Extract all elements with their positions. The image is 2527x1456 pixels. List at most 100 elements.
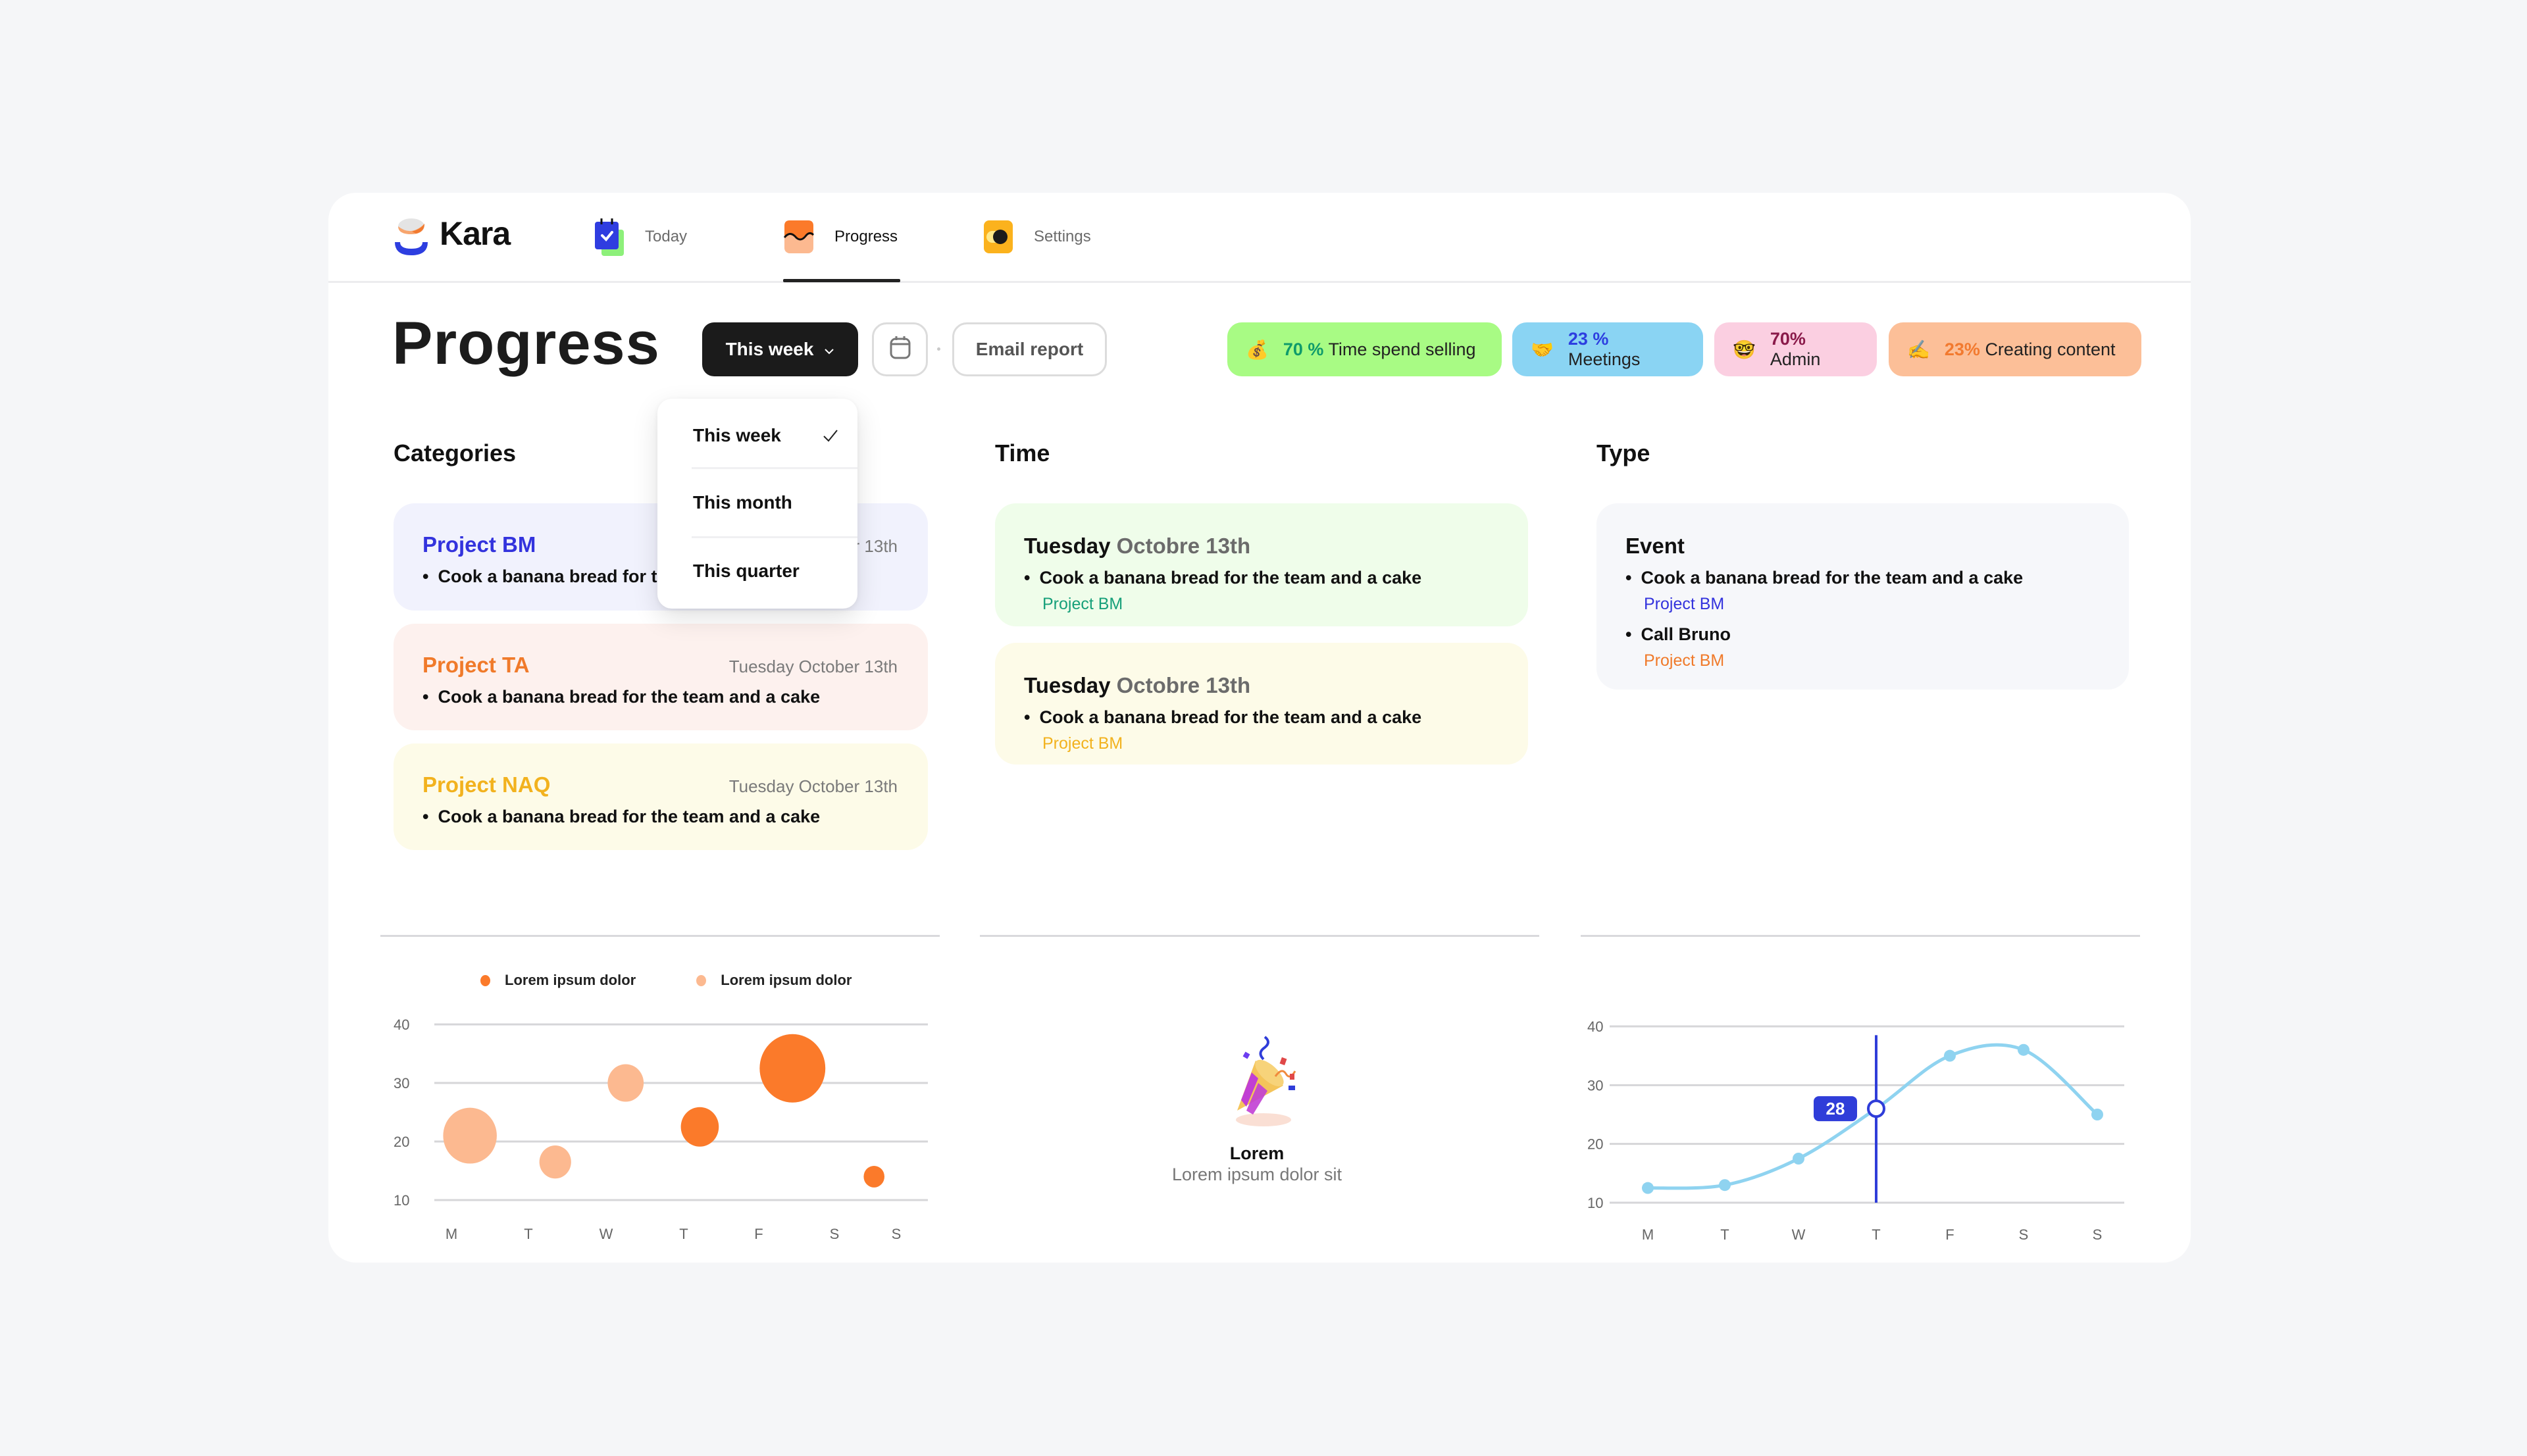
dropdown-option-this-quarter[interactable]: This quarter bbox=[693, 561, 857, 582]
nerd-face-icon: 🤓 bbox=[1733, 339, 1756, 360]
task-item: • Cook a banana bread for the team and a … bbox=[1024, 707, 1422, 727]
party-popper-icon bbox=[1217, 1033, 1303, 1132]
line-chart: 10 20 30 40 M T W T F S S 28 bbox=[1587, 1018, 2124, 1243]
nav-item-today[interactable]: Today bbox=[594, 217, 687, 257]
card-date: Tuesday October 13th bbox=[728, 776, 898, 796]
nav-item-settings[interactable]: Settings bbox=[983, 217, 1091, 257]
separator-dot bbox=[937, 347, 940, 351]
bubble-legend: Lorem ipsum dolor Lorem ipsum dolor bbox=[480, 972, 852, 989]
y-tick-label: 20 bbox=[1587, 1136, 1603, 1153]
task-project: Project BM bbox=[1644, 595, 1725, 613]
x-tick-label: F bbox=[1945, 1226, 1954, 1243]
badge-percent: 70 % bbox=[1283, 339, 1324, 359]
y-tick-label: 40 bbox=[394, 1017, 409, 1033]
x-tick-label: S bbox=[2019, 1226, 2029, 1243]
y-tick-label: 10 bbox=[394, 1192, 409, 1209]
empty-state-subtitle: Lorem ipsum dolor sit bbox=[1171, 1165, 1342, 1184]
writing-hand-icon: ✍️ bbox=[1907, 339, 1930, 360]
nav-label-today: Today bbox=[645, 228, 688, 245]
chevron-down-icon bbox=[824, 339, 834, 360]
type-card[interactable]: Event • Cook a banana bread for the team … bbox=[1596, 503, 2129, 690]
project-name: Project TA bbox=[422, 653, 530, 677]
legend-swatch bbox=[480, 974, 490, 986]
period-dropdown-menu: This week This month This quarter bbox=[657, 399, 857, 609]
badge-creating-content: ✍️ 23% Creating content bbox=[1889, 322, 2141, 376]
money-bag-icon: 💰 bbox=[1246, 339, 1269, 360]
active-tab-indicator bbox=[783, 279, 900, 282]
legend-label: Lorem ipsum dolor bbox=[721, 972, 852, 988]
calendar-check-icon bbox=[594, 218, 625, 256]
nav-label-settings: Settings bbox=[1034, 228, 1091, 245]
time-title: Time bbox=[995, 439, 1050, 466]
badge-label: Time spend selling bbox=[1328, 339, 1476, 359]
badge-label: Creating content bbox=[1985, 339, 2116, 359]
task-project: Project BM bbox=[1644, 651, 1725, 670]
x-tick-label: F bbox=[754, 1226, 763, 1242]
data-point bbox=[1793, 1153, 1804, 1165]
task-project: Project BM bbox=[1042, 734, 1123, 753]
badge-meetings: 🤝 23 % Meetings bbox=[1512, 322, 1703, 376]
dropdown-divider bbox=[692, 536, 857, 538]
toggle-icon bbox=[983, 218, 1014, 256]
time-card[interactable]: Tuesday Octobre 13th • Cook a banana brea… bbox=[995, 643, 1528, 765]
project-name: Project BM bbox=[422, 532, 536, 557]
bubble-point bbox=[759, 1034, 826, 1103]
calendar-button[interactable] bbox=[872, 322, 928, 376]
task-project: Project BM bbox=[1042, 595, 1123, 613]
type-card-heading: Event bbox=[1625, 534, 1685, 558]
y-tick-label: 20 bbox=[394, 1134, 409, 1150]
y-tick-label: 10 bbox=[1587, 1195, 1603, 1211]
y-tick-label: 30 bbox=[394, 1075, 409, 1092]
category-card-ta[interactable]: Project TA Tuesday October 13th • Cook a … bbox=[394, 624, 928, 730]
period-select-label: This week bbox=[725, 339, 814, 359]
empty-state-title: Lorem bbox=[1229, 1143, 1285, 1163]
y-tick-label: 30 bbox=[1587, 1077, 1603, 1093]
task-item: • Cook a banana bread for the team and a … bbox=[422, 687, 821, 707]
handshake-icon: 🤝 bbox=[1531, 339, 1554, 360]
dropdown-option-this-month[interactable]: This month bbox=[693, 492, 857, 513]
nav-item-progress[interactable]: Progress bbox=[783, 217, 898, 257]
data-point bbox=[1719, 1179, 1731, 1192]
kara-logo-icon bbox=[392, 217, 430, 258]
badge-time-selling: 💰 70 % Time spend selling bbox=[1227, 322, 1502, 376]
check-icon bbox=[822, 426, 839, 447]
y-tick-label: 40 bbox=[1587, 1018, 1603, 1035]
x-tick-label: W bbox=[1792, 1226, 1806, 1243]
badge-admin: 🤓 70% Admin bbox=[1714, 322, 1877, 376]
data-point bbox=[1944, 1049, 1956, 1062]
value-tooltip-label: 28 bbox=[1826, 1099, 1845, 1118]
badge-label: Meetings bbox=[1568, 349, 1641, 369]
bubble-point bbox=[607, 1064, 644, 1102]
x-tick-label: M bbox=[446, 1226, 457, 1242]
x-tick-label: S bbox=[892, 1226, 902, 1242]
bubble-point bbox=[443, 1107, 497, 1164]
task-item: • Cook a banana bread for the team and a … bbox=[1625, 568, 2024, 588]
chart-divider bbox=[380, 935, 940, 937]
x-tick-label: W bbox=[600, 1226, 613, 1242]
type-title: Type bbox=[1596, 439, 1650, 466]
category-card-naq[interactable]: Project NAQ Tuesday October 13th • Cook a… bbox=[394, 743, 928, 850]
card-date: Tuesday October 13th bbox=[728, 657, 898, 676]
app-name[interactable]: Kara bbox=[440, 214, 511, 253]
chart-divider bbox=[980, 935, 1539, 937]
period-select-button[interactable]: This week bbox=[702, 322, 858, 376]
time-card-heading: Tuesday Octobre 13th bbox=[1024, 673, 1251, 697]
badge-label: Admin bbox=[1770, 349, 1821, 369]
legend-swatch bbox=[696, 974, 707, 986]
time-card[interactable]: Tuesday Octobre 13th • Cook a banana brea… bbox=[995, 503, 1528, 626]
highlight-point bbox=[1867, 1099, 1885, 1118]
chart-divider bbox=[1581, 935, 2140, 937]
page-title: Progress bbox=[392, 310, 660, 377]
x-tick-label: T bbox=[1720, 1226, 1729, 1243]
data-point bbox=[2091, 1109, 2103, 1120]
bubble-chart: 10 20 30 40 M T W T F S S bbox=[394, 1017, 928, 1242]
badge-percent: 23% bbox=[1944, 339, 1980, 359]
task-item: • Cook a banana bread for the team and a … bbox=[422, 807, 821, 826]
data-point bbox=[1642, 1182, 1654, 1194]
task-item: • Cook a banana bread for the team and a … bbox=[1024, 568, 1422, 588]
dropdown-option-this-week[interactable]: This week bbox=[693, 425, 857, 446]
nav-divider bbox=[328, 281, 2191, 283]
x-tick-label: T bbox=[524, 1226, 532, 1242]
x-tick-label: T bbox=[679, 1226, 688, 1242]
email-report-button[interactable]: Email report bbox=[952, 322, 1107, 376]
